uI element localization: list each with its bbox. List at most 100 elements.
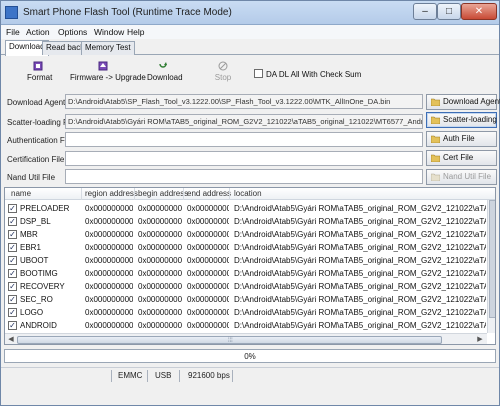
cell-end: 0x000000000... <box>187 269 229 278</box>
column-region-address[interactable]: region address <box>85 189 138 198</box>
menu-window[interactable]: Window <box>94 27 124 37</box>
folder-icon <box>431 98 440 106</box>
auth-file-label: Authentication File <box>7 136 73 145</box>
row-checkbox[interactable]: ✓ <box>8 269 17 278</box>
da-checksum-label: DA DL All With Check Sum <box>266 70 362 79</box>
progress-label: 0% <box>244 352 256 361</box>
cell-region: 0x000000000... <box>85 243 133 252</box>
cert-file-button[interactable]: Cert File <box>426 150 497 166</box>
cell-region: 0x000000000... <box>85 256 133 265</box>
scroll-left-arrow-icon[interactable]: ◀ <box>6 335 16 344</box>
nand-util-button-label: Nand Util File <box>443 172 492 181</box>
cell-location: D:\Android\Atab5\Gyári ROM\aTAB5_origina… <box>234 308 486 317</box>
column-name[interactable]: name <box>11 189 31 198</box>
cell-end: 0x000000000... <box>187 282 229 291</box>
table-row[interactable]: ✓RECOVERY 0x000000000... 0x000000000... 0x0… <box>5 280 487 293</box>
progress-bar: 0% <box>4 349 496 363</box>
stop-icon <box>218 61 228 71</box>
app-window: Smart Phone Flash Tool (Runtime Trace Mo… <box>0 0 500 406</box>
table-row[interactable]: ✓LOGO 0x000000000... 0x000000000... 0x00000… <box>5 306 487 319</box>
da-checksum-checkbox[interactable] <box>254 69 263 78</box>
close-button[interactable]: ✕ <box>461 3 497 20</box>
menu-options[interactable]: Options <box>58 27 87 37</box>
menu-file[interactable]: File <box>6 27 20 37</box>
folder-icon <box>431 135 440 143</box>
cell-begin: 0x000000000... <box>138 308 182 317</box>
row-checkbox[interactable]: ✓ <box>8 295 17 304</box>
horizontal-scrollbar[interactable]: ◀ ⦙⦙⦙ ▶ <box>5 333 487 344</box>
vertical-scroll-thumb[interactable] <box>489 200 495 318</box>
maximize-button[interactable]: □ <box>437 3 461 20</box>
nand-util-field[interactable] <box>65 169 423 184</box>
cell-location: D:\Android\Atab5\Gyári ROM\aTAB5_origina… <box>234 230 486 239</box>
status-baud: 921600 bps <box>188 371 230 380</box>
cell-end: 0x000000000... <box>187 230 229 239</box>
cell-begin: 0x000000000... <box>138 204 182 213</box>
cell-begin: 0x000000000... <box>138 230 182 239</box>
cell-region: 0x000000000... <box>85 308 133 317</box>
cell-location: D:\Android\Atab5\Gyári ROM\aTAB5_origina… <box>234 204 486 213</box>
menu-help[interactable]: Help <box>127 27 144 37</box>
cell-end: 0x000000000... <box>187 217 229 226</box>
column-location[interactable]: location <box>234 189 262 198</box>
cell-location: D:\Android\Atab5\Gyári ROM\aTAB5_origina… <box>234 243 486 252</box>
table-header: name region address begin address end ad… <box>5 188 495 200</box>
cell-name: SEC_RO <box>20 295 53 304</box>
da-checksum-option[interactable]: DA DL All With Check Sum <box>254 69 361 79</box>
download-agent-button[interactable]: Download Agent <box>426 94 500 110</box>
cert-file-field[interactable] <box>65 151 423 166</box>
table-row[interactable]: ✓UBOOT 0x000000000... 0x000000000... 0x0000… <box>5 254 487 267</box>
cell-region: 0x000000000... <box>85 295 133 304</box>
minimize-button[interactable]: – <box>413 3 437 20</box>
row-checkbox[interactable]: ✓ <box>8 256 17 265</box>
column-end-address[interactable]: end address <box>187 189 231 198</box>
table-row[interactable]: ✓BOOTIMG 0x000000000... 0x000000000... 0x00… <box>5 267 487 280</box>
scroll-right-arrow-icon[interactable]: ▶ <box>475 335 485 344</box>
table-row[interactable]: ✓DSP_BL 0x000000000... 0x000000000... 0x000… <box>5 215 487 228</box>
auth-file-field[interactable] <box>65 132 423 147</box>
table-row[interactable]: ✓PRELOADER 0x000000000... 0x000000000... 0x… <box>5 202 487 215</box>
cell-region: 0x000000000... <box>85 217 133 226</box>
table-row[interactable]: ✓SEC_RO 0x000000000... 0x000000000... 0x000… <box>5 293 487 306</box>
folder-icon <box>431 154 440 162</box>
stop-button[interactable]: Stop <box>214 61 232 82</box>
column-begin-address[interactable]: begin address <box>138 189 188 198</box>
download-button[interactable]: Download <box>147 61 183 82</box>
row-checkbox[interactable]: ✓ <box>8 282 17 291</box>
auth-file-button[interactable]: Auth File <box>426 131 497 147</box>
menu-action[interactable]: Action <box>26 27 50 37</box>
nand-util-button[interactable]: Nand Util File <box>426 169 497 185</box>
format-button[interactable]: Format <box>27 61 53 82</box>
grip-icon: ⦙⦙⦙ <box>228 337 233 344</box>
row-checkbox[interactable]: ✓ <box>8 308 17 317</box>
row-checkbox[interactable]: ✓ <box>8 230 17 239</box>
horizontal-scroll-thumb[interactable]: ⦙⦙⦙ <box>17 336 442 344</box>
format-label: Format <box>27 73 53 82</box>
row-checkbox[interactable]: ✓ <box>8 217 17 226</box>
app-icon <box>5 6 18 19</box>
download-agent-field[interactable]: D:\Android\Atab5\SP_Flash_Tool_v3.1222.0… <box>65 94 423 109</box>
format-icon <box>33 61 43 71</box>
cell-region: 0x000000000... <box>85 230 133 239</box>
table-row[interactable]: ✓MBR 0x000000000... 0x000000000... 0x000000… <box>5 228 487 241</box>
scatter-file-field[interactable]: D:\Android\Atab5\Gyári ROM\aTAB5_origina… <box>65 114 423 129</box>
menu-bar: File Action Options Window Help <box>1 25 499 39</box>
download-label: Download <box>147 73 183 82</box>
row-checkbox[interactable]: ✓ <box>8 204 17 213</box>
row-checkbox[interactable]: ✓ <box>8 243 17 252</box>
firmware-upgrade-button[interactable]: Firmware -> Upgrade <box>70 61 146 82</box>
table-row[interactable]: ✓ANDROID 0x000000000... 0x000000000... 0x00… <box>5 319 487 332</box>
cell-end: 0x000000000... <box>187 321 229 330</box>
cert-file-label: Certification File <box>7 155 65 164</box>
window-bottom-area <box>1 384 499 405</box>
table-row[interactable]: ✓EBR1 0x000000000... 0x000000000... 0x00000… <box>5 241 487 254</box>
nand-util-label: Nand Util File <box>7 173 56 182</box>
cell-end: 0x000000000... <box>187 243 229 252</box>
row-checkbox[interactable]: ✓ <box>8 321 17 330</box>
tab-memory-test[interactable]: Memory Test <box>81 41 135 55</box>
cell-region: 0x000000000... <box>85 282 133 291</box>
vertical-scrollbar[interactable] <box>487 200 495 333</box>
cell-location: D:\Android\Atab5\Gyári ROM\aTAB5_origina… <box>234 282 486 291</box>
scatter-loading-button[interactable]: Scatter-loading <box>426 112 497 128</box>
cell-begin: 0x000000000... <box>138 256 182 265</box>
